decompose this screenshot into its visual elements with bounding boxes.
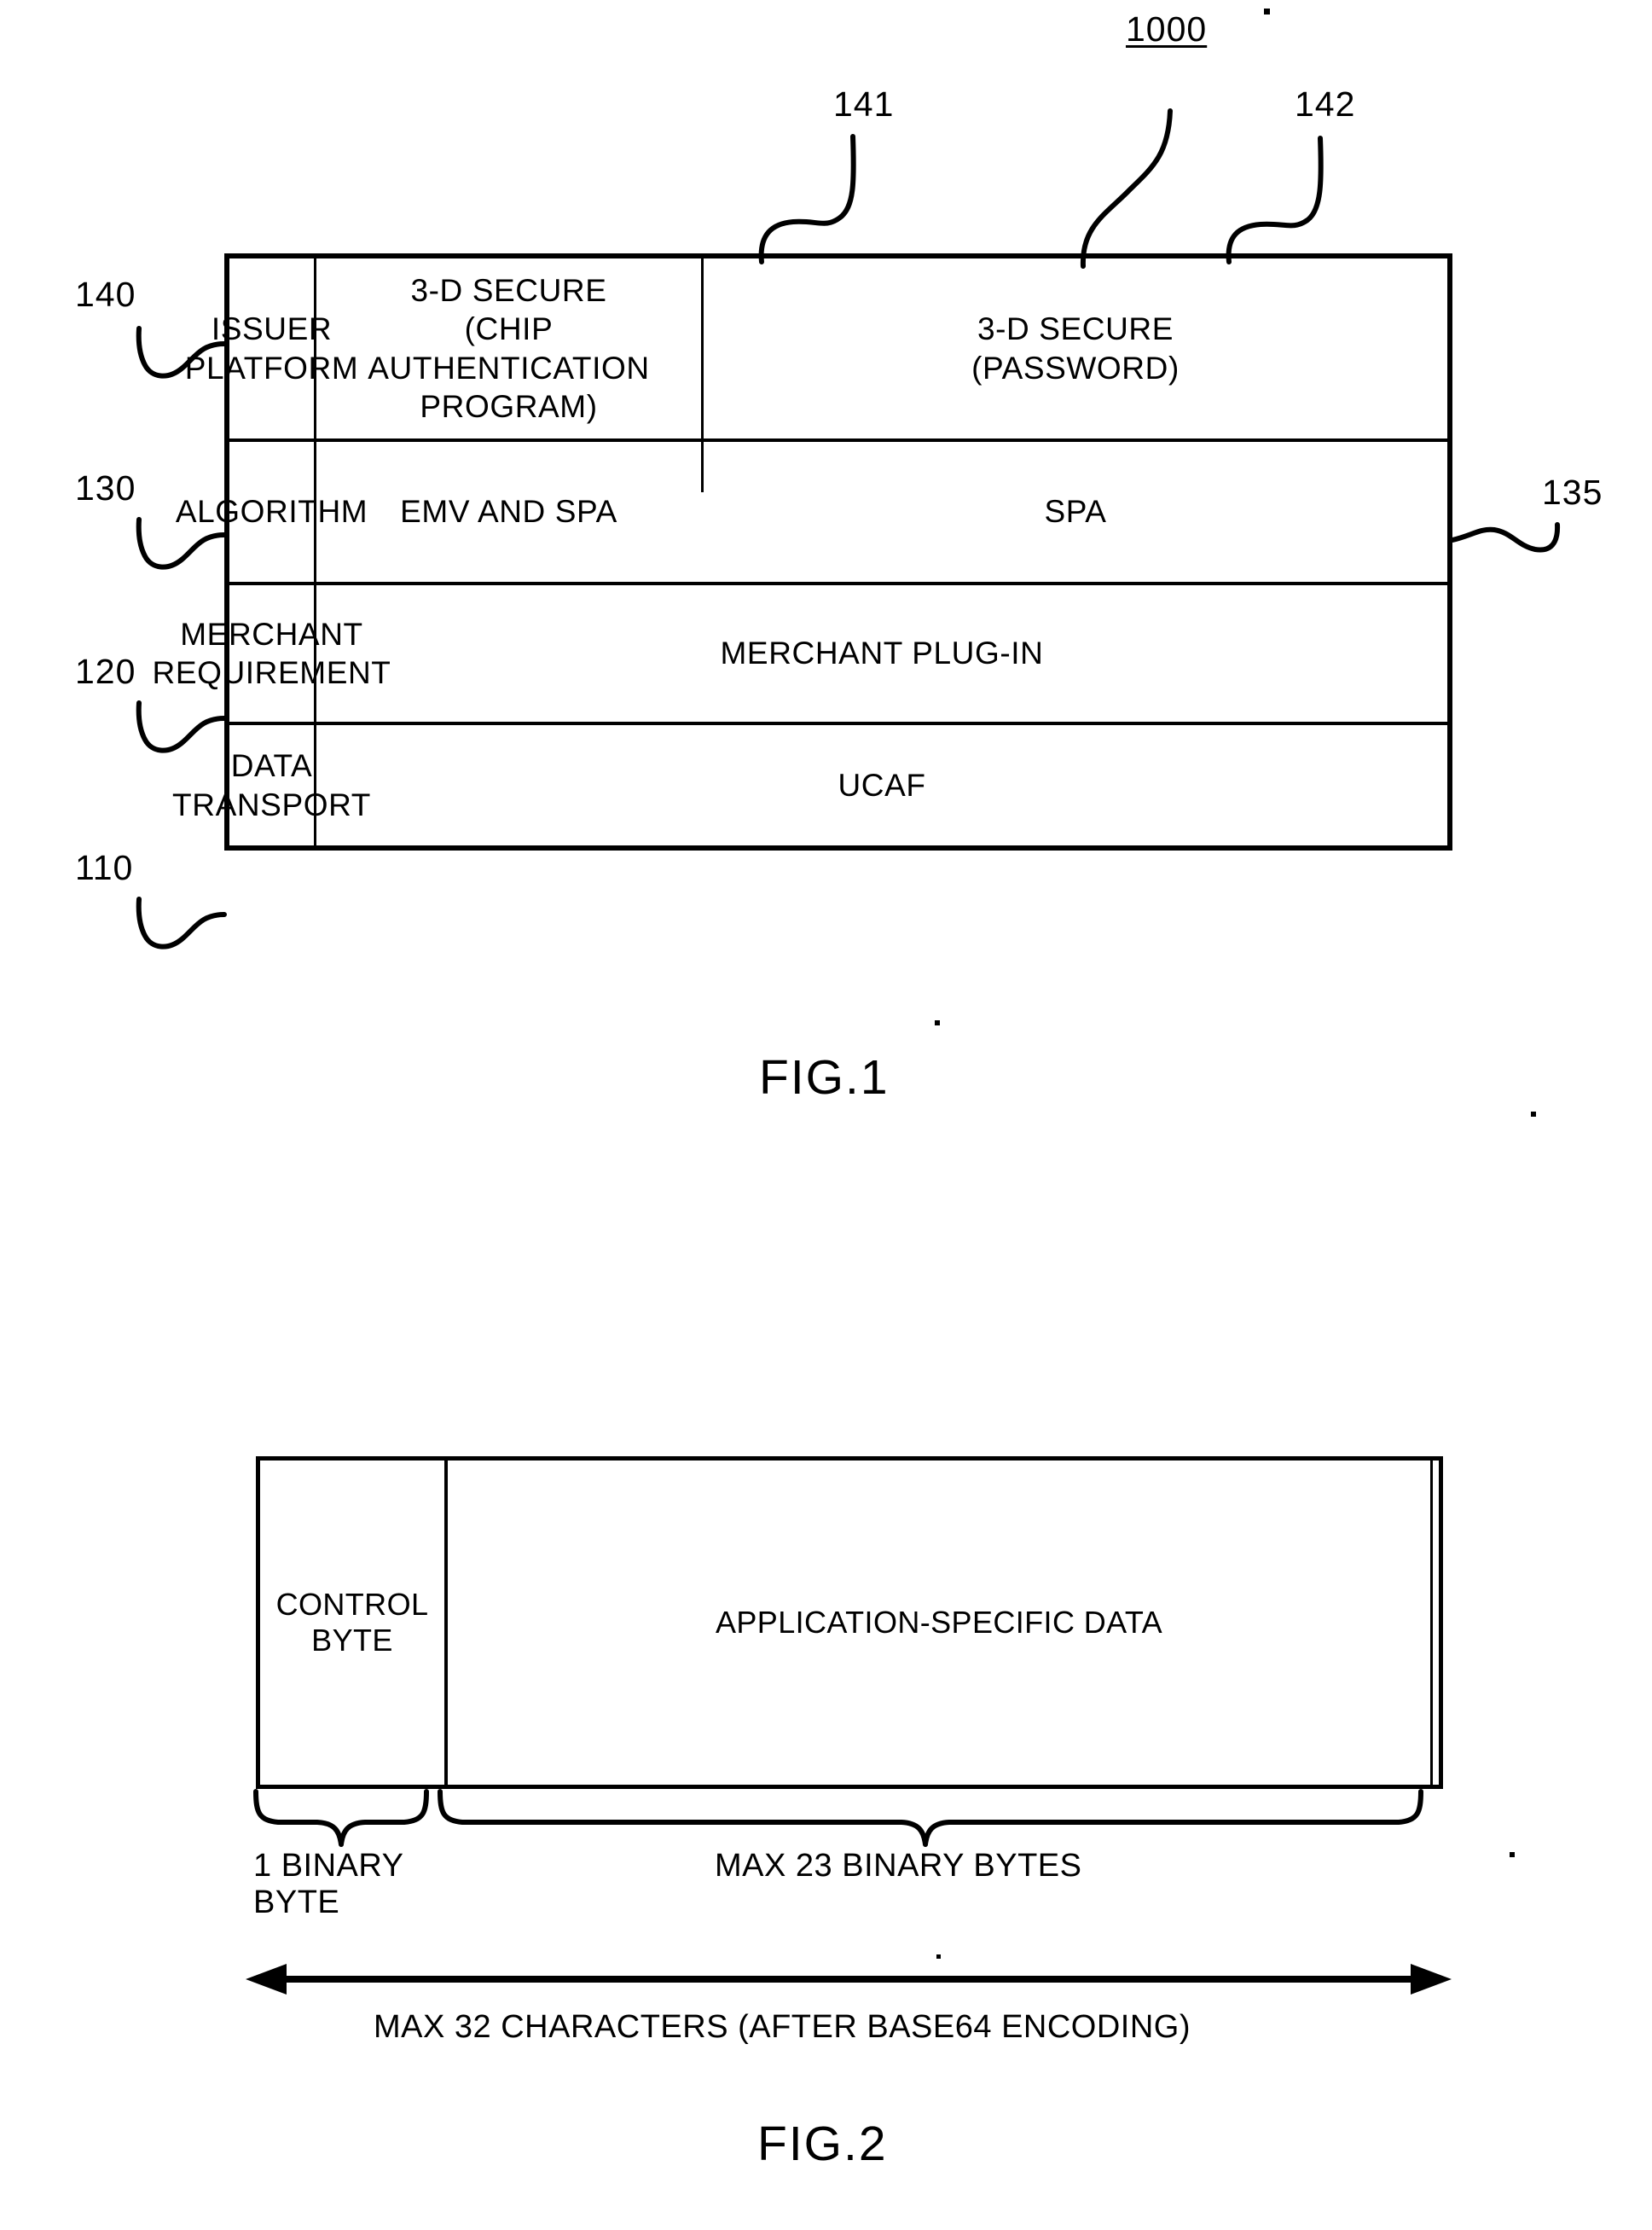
figure2-caption: FIG.2 [757, 2117, 888, 2171]
figure2-cell-application-data: APPLICATION-SPECIFIC DATA [715, 1604, 1163, 1640]
table-cell-row3-label: MERCHANT REQUIREMENT [152, 616, 391, 690]
table-cell-row4-merged: UCAF [838, 767, 926, 803]
figure1-caption: FIG.1 [759, 1050, 890, 1105]
reference-numeral-130: 130 [75, 468, 136, 508]
leader-line-120 [136, 700, 227, 753]
figure2-cell-control-byte: CONTROL BYTE [275, 1586, 429, 1658]
figure2-brace-label-2: MAX 23 BINARY BYTES [715, 1848, 1082, 1884]
scan-speck [935, 1020, 940, 1025]
reference-numeral-135: 135 [1542, 473, 1603, 512]
figure2-overall-label: MAX 32 CHARACTERS (AFTER BASE64 ENCODING… [374, 2009, 1191, 2045]
reference-numeral-141: 141 [833, 84, 895, 124]
scan-speck [1264, 9, 1270, 15]
leader-line-1000 [1080, 108, 1173, 269]
table-cell-row1-label: ISSUER PLATFORM [184, 311, 359, 386]
leader-line-141 [758, 134, 856, 264]
leader-line-142 [1226, 136, 1324, 264]
leader-line-135 [1450, 522, 1561, 553]
reference-numeral-140: 140 [75, 275, 136, 314]
leader-line-110 [136, 897, 227, 949]
reference-numeral-110: 110 [75, 848, 134, 887]
table-cell-row1-col2: 3-D SECURE (PASSWORD) [971, 311, 1180, 386]
brace-control-byte [253, 1789, 429, 1847]
reference-numeral-142: 142 [1295, 84, 1356, 124]
figure2-brace-label-1: 1 BINARY BYTE [253, 1848, 404, 1920]
figure1-table: ISSUER PLATFORM 3-D SECURE (CHIP AUTHENT… [152, 253, 1452, 851]
scan-speck [1531, 1112, 1536, 1117]
table-cell-row2-col2: SPA [1044, 494, 1107, 530]
table-cell-row4-label: DATA TRANSPORT [172, 748, 371, 822]
table-cell-row2-col1: EMV AND SPA [400, 494, 617, 530]
table-cell-row1-col1: 3-D SECURE (CHIP AUTHENTICATION PROGRAM) [368, 273, 650, 424]
table-cell-row3-merged: MERCHANT PLUG-IN [720, 636, 1044, 671]
figure2-inner-right-edge [1430, 1461, 1433, 1785]
patent-drawing-sheet: 1000 141 142 140 130 120 110 135 ISSUER … [0, 0, 1652, 2230]
overall-width-arrow [246, 1964, 1452, 1995]
reference-numeral-120: 120 [75, 652, 136, 691]
reference-numeral-1000: 1000 [1126, 9, 1208, 49]
scan-speck [1510, 1852, 1515, 1857]
table-cell-row2-label: ALGORITHM [175, 494, 368, 530]
brace-application-data [438, 1789, 1423, 1847]
scan-speck [936, 1954, 941, 1959]
figure2-data-block: CONTROL BYTE APPLICATION-SPECIFIC DATA [256, 1456, 1443, 1789]
